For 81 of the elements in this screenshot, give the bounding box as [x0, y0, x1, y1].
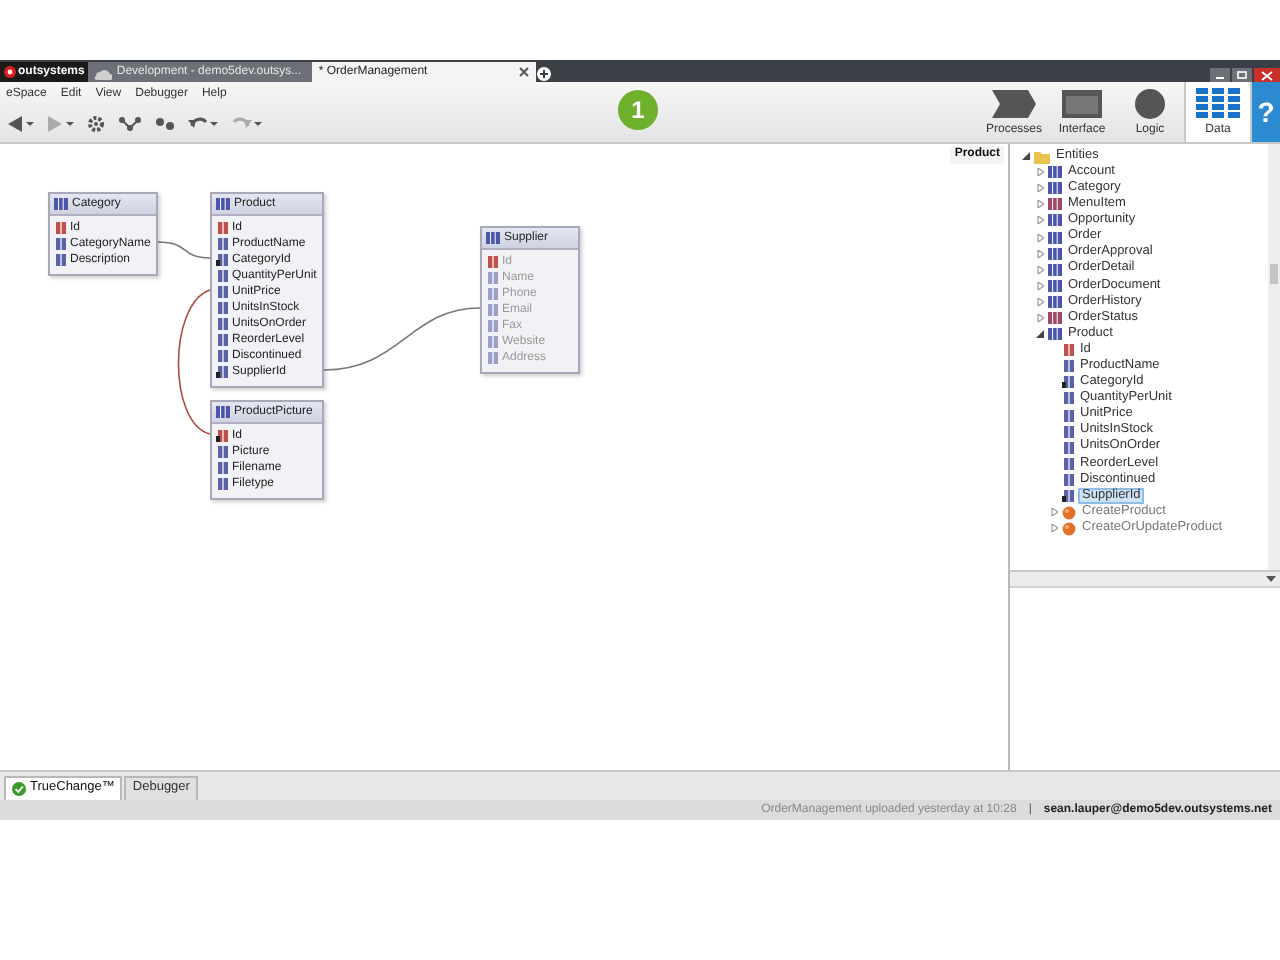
attribute-icon [1062, 376, 1074, 389]
attribute-icon [1062, 473, 1074, 486]
expand-arrow-icon[interactable] [1036, 184, 1044, 193]
attribute-icon [216, 302, 228, 314]
key-icon [486, 256, 498, 268]
expand-arrow-icon[interactable] [1036, 281, 1044, 290]
back-icon[interactable] [6, 114, 34, 134]
attribute-icon [216, 430, 228, 442]
attribute-icon [216, 446, 228, 458]
attribute-icon [486, 320, 498, 332]
gear-icon[interactable] [86, 114, 106, 134]
table-icon [216, 198, 230, 210]
attribute-icon [486, 272, 498, 284]
help-button[interactable]: ? [1252, 82, 1280, 142]
attribute-icon [486, 304, 498, 316]
expand-arrow-icon[interactable] [1036, 265, 1044, 274]
connector-line [157, 241, 211, 259]
scrollbar[interactable] [1268, 144, 1280, 570]
logo-icon [4, 66, 16, 78]
nodes-icon[interactable] [118, 114, 142, 134]
folder-icon [1034, 149, 1050, 164]
attribute-icon [216, 366, 228, 378]
table-icon [1048, 279, 1062, 292]
attribute-icon [216, 350, 228, 362]
step-badge: 1 [618, 90, 658, 130]
expand-arrow-icon[interactable] [1036, 200, 1044, 209]
table-icon [1048, 247, 1062, 260]
expand-arrow-icon[interactable] [1036, 313, 1044, 322]
attribute-icon [216, 462, 228, 474]
expand-arrow-icon[interactable] [1036, 297, 1044, 306]
attribute-icon [216, 254, 228, 266]
attribute-icon [216, 270, 228, 282]
expand-arrow-icon[interactable] [1036, 233, 1044, 242]
table-icon [1048, 182, 1062, 195]
table-icon [216, 406, 230, 418]
key-icon [216, 222, 228, 234]
key-icon [1062, 344, 1074, 357]
new-tab-icon[interactable] [536, 66, 553, 82]
key-icon [54, 222, 66, 234]
table-icon [1048, 214, 1062, 227]
table-icon [54, 198, 68, 210]
attribute-icon [1062, 441, 1074, 454]
table-icon [1048, 166, 1062, 179]
attribute-icon [216, 334, 228, 346]
attribute-icon [1062, 490, 1074, 503]
collapse-arrow-icon[interactable] [1022, 152, 1030, 161]
table-icon [1048, 231, 1062, 244]
forward-icon[interactable] [46, 114, 74, 134]
attribute-icon [216, 318, 228, 330]
expand-arrow-icon[interactable] [1036, 168, 1044, 177]
check-icon [12, 782, 26, 796]
close-icon[interactable] [518, 66, 531, 78]
attribute-icon [54, 254, 66, 266]
attribute-icon [486, 352, 498, 364]
table-icon [1048, 328, 1062, 341]
window-controls-icon[interactable] [1210, 68, 1280, 82]
expand-arrow-icon[interactable] [1050, 524, 1058, 533]
table-icon [1048, 198, 1062, 211]
table-icon [1048, 263, 1062, 276]
window-icon [1060, 88, 1104, 120]
attribute-icon [1062, 457, 1074, 470]
attribute-icon [216, 286, 228, 298]
table-icon [486, 232, 500, 244]
grid-icon [1196, 88, 1240, 120]
table-icon [1048, 295, 1062, 308]
attribute-icon [1062, 360, 1074, 373]
attribute-icon [1062, 392, 1074, 405]
collapse-arrow-icon[interactable] [1036, 330, 1044, 339]
expand-arrow-icon[interactable] [1050, 508, 1058, 517]
attribute-icon [1062, 425, 1074, 438]
attribute-icon [54, 238, 66, 250]
chevron-icon [992, 88, 1036, 120]
attribute-icon [486, 336, 498, 348]
dropdown-arrow-icon[interactable] [1266, 576, 1276, 582]
attribute-icon [216, 238, 228, 250]
expand-arrow-icon[interactable] [1036, 216, 1044, 225]
table-icon [1048, 311, 1062, 324]
attribute-icon [486, 288, 498, 300]
expand-arrow-icon[interactable] [1036, 249, 1044, 258]
attribute-icon [1062, 409, 1074, 422]
attribute-icon [216, 478, 228, 490]
